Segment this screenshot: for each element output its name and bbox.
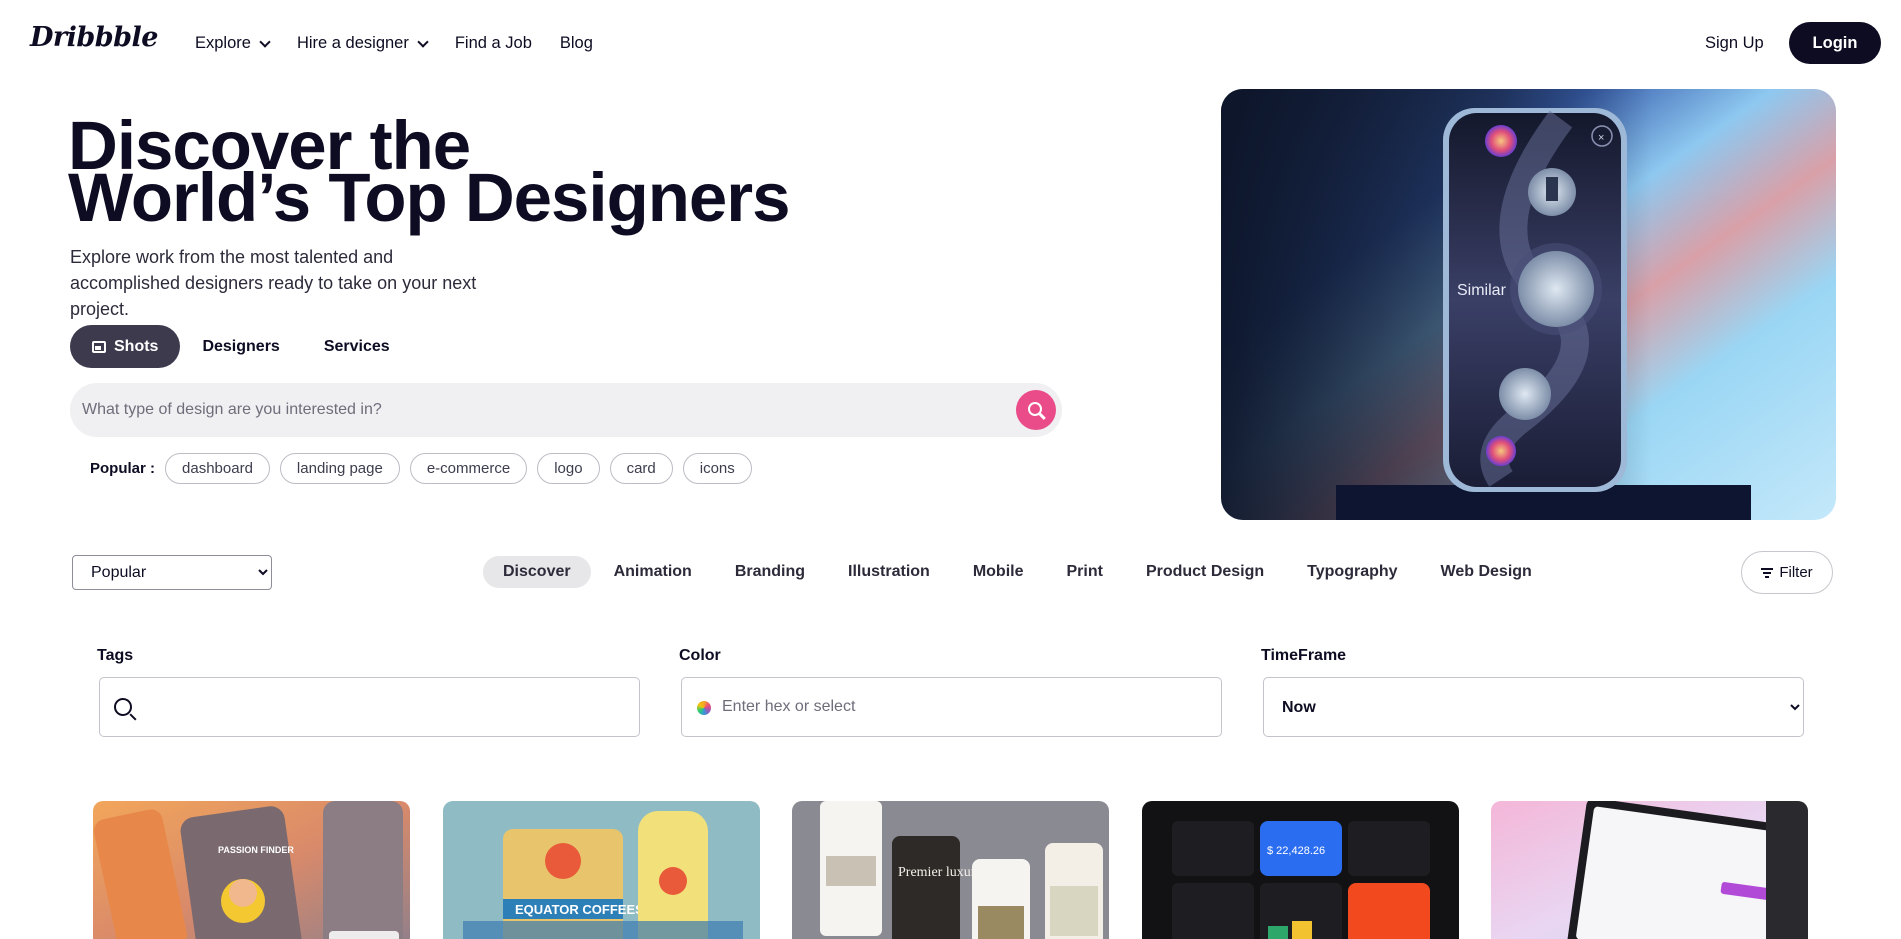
filter-button-label: Filter	[1779, 564, 1813, 581]
shot-thumbnail: $ 22,428.26	[1142, 801, 1459, 939]
sign-up-link[interactable]: Sign Up	[1705, 34, 1764, 53]
category-illustration[interactable]: Illustration	[828, 556, 950, 588]
tags-label: Tags	[97, 647, 134, 664]
category-tabs: Discover Animation Branding Illustration…	[483, 556, 1555, 588]
shot-title: $ 22,428.26	[1267, 845, 1325, 857]
timeframe-label: TimeFrame	[1261, 647, 1347, 664]
shot-card-equator-coffees[interactable]: EQUATOR COFFEES	[443, 801, 760, 939]
tags-field[interactable]	[99, 677, 640, 737]
popular-tag-icons[interactable]: icons	[682, 453, 752, 484]
similar-caption: Similar	[1457, 282, 1507, 299]
popular-tag-landing-page[interactable]: landing page	[279, 453, 400, 484]
search-button[interactable]	[1016, 390, 1056, 430]
popular-tag-dashboard[interactable]: dashboard	[165, 453, 270, 484]
color-input[interactable]	[722, 678, 1202, 736]
category-print[interactable]: Print	[1046, 556, 1122, 588]
hero-subtitle: Explore work from the most talented and …	[70, 247, 477, 319]
tab-shots[interactable]: Shots	[70, 325, 181, 368]
hero-showcase-image: × Similar	[1221, 89, 1836, 520]
svg-text:×: ×	[1598, 132, 1604, 144]
nav-explore-label: Explore	[195, 34, 251, 52]
category-typography[interactable]: Typography	[1287, 556, 1417, 588]
shot-card-passion-finder[interactable]: PASSION FINDER	[93, 801, 410, 939]
nav-find-job-label: Find a Job	[454, 34, 532, 52]
popular-label: Popular :	[90, 460, 156, 477]
chevron-down-icon	[417, 35, 429, 48]
nav-blog[interactable]: Blog	[560, 34, 593, 53]
shot-card-finance-dashboard[interactable]: $ 22,428.26	[1142, 801, 1459, 939]
shot-card-saas-laptop[interactable]	[1491, 801, 1808, 939]
chevron-down-icon	[259, 35, 271, 48]
tab-shots-label: Shots	[114, 337, 159, 355]
hero-title-line-2: World’s Top Designers	[68, 159, 791, 236]
color-label: Color	[679, 647, 721, 664]
sort-select[interactable]: Popular	[72, 555, 272, 590]
category-mobile[interactable]: Mobile	[953, 556, 1044, 588]
search-type-tabs: Shots Designers Services	[70, 325, 412, 368]
tab-services[interactable]: Services	[302, 325, 412, 368]
top-nav-bar: Dribbble Explore Hire a designer Find a …	[0, 0, 1901, 88]
nav-hire-designer-label: Hire a designer	[296, 34, 409, 52]
color-wheel-icon[interactable]	[697, 701, 711, 715]
shot-title: EQUATOR COFFEES	[515, 902, 644, 917]
popular-tag-card[interactable]: card	[609, 453, 673, 484]
shot-title: PASSION FINDER	[218, 845, 294, 855]
nav-explore[interactable]: Explore	[195, 34, 271, 53]
shot-card-luxury-retreat[interactable]: Premier luxury retreat	[792, 801, 1109, 939]
phone-mockup-illustration: × Similar	[1221, 89, 1836, 520]
shot-thumbnail: EQUATOR COFFEES	[443, 801, 760, 939]
nav-find-job[interactable]: Find a Job	[455, 34, 532, 53]
login-button[interactable]: Login	[1789, 22, 1881, 64]
category-animation[interactable]: Animation	[594, 556, 712, 588]
shot-thumbnail: Premier luxury retreat	[792, 801, 1109, 939]
timeframe-select[interactable]: Now	[1263, 677, 1804, 737]
image-icon	[92, 340, 106, 353]
search-icon	[114, 698, 132, 716]
shot-thumbnail: PASSION FINDER	[93, 801, 410, 939]
popular-tags: Popular : dashboard landing page e-comme…	[90, 453, 752, 484]
filter-icon	[1761, 568, 1774, 578]
tab-designers[interactable]: Designers	[180, 325, 301, 368]
popular-tag-e-commerce[interactable]: e-commerce	[409, 453, 528, 484]
category-product-design[interactable]: Product Design	[1126, 556, 1284, 588]
search-bar	[70, 383, 1062, 437]
nav-hire-designer[interactable]: Hire a designer	[296, 34, 429, 53]
search-input[interactable]	[82, 383, 982, 437]
search-icon	[1027, 401, 1042, 416]
category-web-design[interactable]: Web Design	[1421, 556, 1552, 588]
shot-thumbnail	[1491, 801, 1808, 939]
dribbble-logo[interactable]: Dribbble	[30, 22, 158, 53]
category-branding[interactable]: Branding	[715, 556, 825, 588]
popular-tag-logo[interactable]: logo	[537, 453, 600, 484]
color-field	[681, 677, 1222, 737]
main-nav: Explore Hire a designer Find a Job Blog	[195, 34, 621, 53]
filter-button[interactable]: Filter	[1741, 551, 1833, 594]
nav-blog-label: Blog	[559, 34, 593, 52]
hero-title: Discover the World’s Top Designers	[68, 111, 968, 236]
category-discover[interactable]: Discover	[483, 556, 591, 588]
